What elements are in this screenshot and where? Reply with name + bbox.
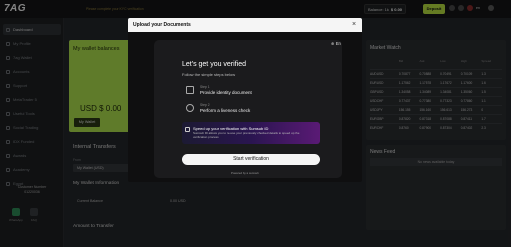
start-verification-button[interactable]: Start verification [182,154,320,165]
close-icon[interactable]: × [352,21,356,28]
modal-title: Upload your Documents [128,18,362,32]
step-2-text: Perform a liveness check [200,108,251,113]
verification-language-select[interactable]: ⊕ En [331,41,341,46]
face-icon [186,104,194,112]
step-2-label: Step 2 [200,103,210,107]
sumsub-description: Sumsub ID allows you to re-use your prev… [193,131,300,139]
language-label: En [335,41,341,46]
sumsub-id-banner[interactable]: Speed up your verification with Sumsub I… [182,122,320,144]
sumsub-checkbox[interactable] [185,127,190,132]
powered-by: Powered by ≡ sumsub [231,171,259,175]
verification-subheading: Follow the simple steps below [182,72,236,77]
step-1-label: Step 1 [200,85,210,89]
step-1-text: Provide identity document [200,90,252,95]
verification-heading: Let's get you verified [182,61,246,68]
id-card-icon [186,86,194,94]
